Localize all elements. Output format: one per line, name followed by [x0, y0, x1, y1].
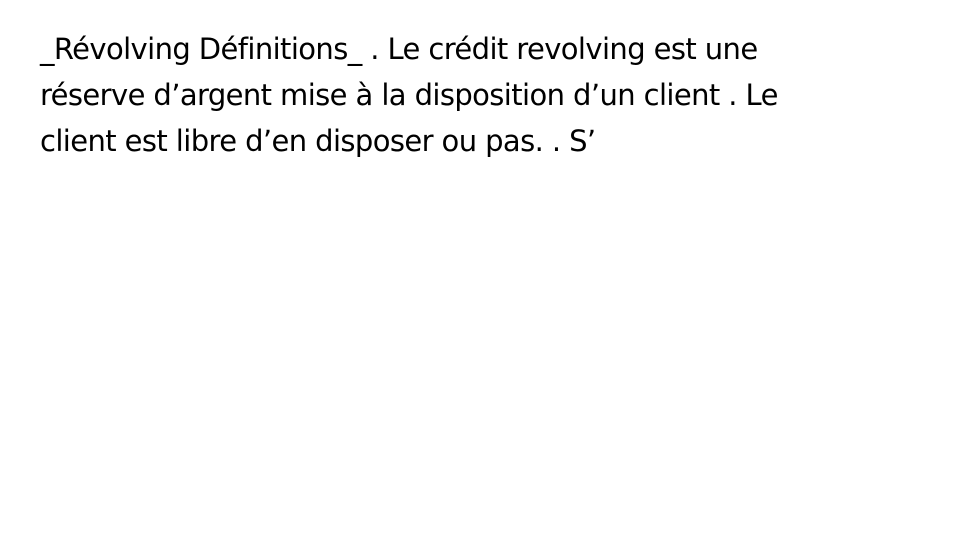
- body-text-line-2: réserve d’argent mise à la disposition d…: [40, 78, 778, 112]
- body-text-line-3: client est libre d’en disposer ou pas. .…: [40, 124, 596, 158]
- slide: _Révolving Définitions_ . Le crédit revo…: [0, 0, 960, 540]
- body-text-line-1: _Révolving Définitions_ . Le crédit revo…: [40, 32, 758, 66]
- body-text: _Révolving Définitions_ . Le crédit revo…: [40, 26, 920, 164]
